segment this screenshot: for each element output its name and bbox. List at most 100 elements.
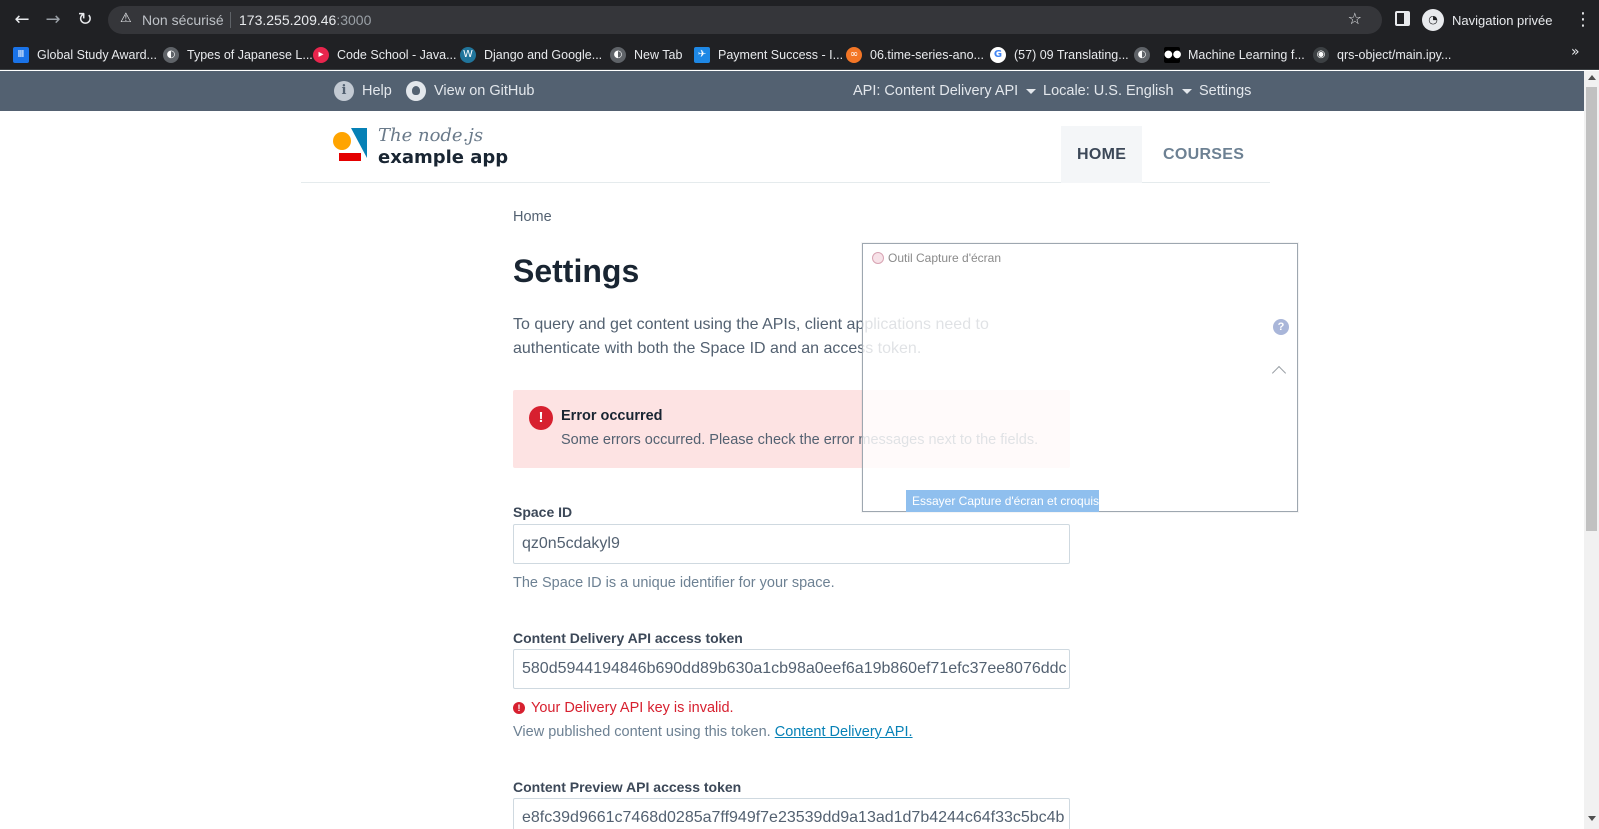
url-port: :3000 [336, 12, 372, 28]
medium-icon: ●● [1164, 47, 1181, 63]
logo-circle [333, 132, 351, 150]
github-icon [406, 81, 426, 101]
jupyter-icon: ∞ [846, 47, 862, 63]
info-icon: i [334, 81, 354, 101]
settings-label: Settings [1199, 83, 1252, 99]
preview-token-input[interactable]: e8fc39d9661c7468d0285a7ff949f7e23539dd9a… [513, 798, 1070, 829]
github-link[interactable]: View on GitHub [406, 71, 534, 111]
scroll-up-icon[interactable] [1588, 75, 1596, 80]
bookmark-label: qrs-object/main.ipy... [1337, 48, 1452, 62]
help-link[interactable]: i Help [334, 71, 392, 111]
bookmark-item[interactable]: ∞ 06.time-series-ano... [846, 45, 984, 65]
wordpress-icon: W [460, 47, 476, 63]
page-title: Settings [513, 253, 640, 289]
bookmark-item[interactable]: ◐ [1134, 45, 1150, 65]
settings-link[interactable]: Settings [1199, 71, 1251, 111]
error-icon: ! [529, 406, 553, 430]
forward-icon[interactable]: → [42, 9, 64, 31]
app-logo-icon[interactable] [333, 128, 369, 164]
web-page: i Help View on GitHub API: Content Deliv… [0, 71, 1584, 829]
globe-icon: ◐ [163, 47, 179, 63]
bookmark-item[interactable]: W Django and Google... [460, 45, 602, 65]
omnibox-divider [230, 12, 231, 28]
preview-token-label: Content Preview API access token [513, 779, 742, 795]
question-icon[interactable]: ? [1273, 319, 1289, 335]
delivery-error-text: Your Delivery API key is invalid. [531, 700, 734, 716]
space-id-label: Space ID [513, 504, 573, 520]
library-icon: Ⅲ [13, 47, 29, 63]
google-icon: G [990, 47, 1006, 63]
profile-label: Navigation privée [1452, 12, 1553, 28]
bookmark-label: New Tab [634, 48, 683, 62]
codeschool-icon: ▸ [313, 47, 329, 63]
delivery-api-link[interactable]: Content Delivery API. [775, 724, 913, 740]
url-host: 173.255.209.46 [239, 12, 337, 28]
bookmark-item[interactable]: ◉ qrs-object/main.ipy... [1313, 45, 1451, 65]
snipping-tool-window[interactable]: Outil Capture d'écran ? Essayer Capture … [862, 243, 1298, 512]
bookmark-item[interactable]: ◐ Types of Japanese L... [163, 45, 313, 65]
bookmark-item[interactable]: Ⅲ Global Study Award... [13, 45, 157, 65]
try-snip-sketch-button[interactable]: Essayer Capture d'écran et croquis [906, 490, 1099, 512]
bookmark-star-icon[interactable]: ☆ [1348, 9, 1362, 28]
url-text: 173.255.209.46:3000 [239, 12, 371, 28]
logo-bar [339, 153, 361, 161]
chevron-up-icon[interactable] [1271, 365, 1287, 381]
more-bookmarks-icon[interactable]: » [1571, 44, 1580, 60]
delivery-help-text: View published content using this token. [513, 724, 771, 740]
browser-menu-icon[interactable]: ⋮ [1574, 9, 1592, 30]
locale-label: Locale: U.S. English [1043, 83, 1174, 99]
error-icon: ! [513, 702, 525, 714]
page-scrollbar[interactable] [1584, 71, 1599, 829]
delivery-token-label: Content Delivery API access token [513, 630, 743, 646]
bookmark-label: Code School - Java... [337, 48, 457, 62]
logo-text-line2[interactable]: example app [378, 147, 508, 168]
space-id-input[interactable]: qz0n5cdakyl9 [513, 524, 1070, 564]
alert-title: Error occurred [561, 408, 663, 424]
bookmark-item[interactable]: ●● Machine Learning f... [1164, 45, 1305, 65]
github-label: View on GitHub [434, 83, 535, 99]
bookmark-label: Global Study Award... [37, 48, 157, 62]
top-utility-bar: i Help View on GitHub API: Content Deliv… [0, 71, 1584, 111]
api-selector[interactable]: API: Content Delivery API [853, 71, 1037, 111]
bookmark-item[interactable]: ✈ Payment Success - I... [694, 45, 843, 65]
browser-toolbar: ← → ↻ ⚠ Non sécurisé 173.255.209.46:3000… [0, 0, 1599, 40]
site-header: The node.js example app HOME COURSES [301, 111, 1270, 183]
delivery-token-error: ! Your Delivery API key is invalid. [513, 700, 734, 716]
chevron-down-icon [1026, 88, 1037, 94]
scroll-down-icon[interactable] [1588, 816, 1596, 821]
scroll-thumb[interactable] [1586, 87, 1597, 531]
globe-icon: ◐ [610, 47, 626, 63]
delivery-token-help: View published content using this token.… [513, 724, 913, 740]
delivery-token-input[interactable]: 580d5944194846b690dd89b630a1cb98a0eef6a1… [513, 649, 1070, 689]
back-icon[interactable]: ← [11, 9, 33, 31]
snipping-tool-title-text: Outil Capture d'écran [888, 251, 1002, 265]
bookmark-item[interactable]: G (57) 09 Translating... [990, 45, 1129, 65]
bookmark-label: 06.time-series-ano... [870, 48, 984, 62]
logo-text-line1[interactable]: The node.js [378, 125, 483, 146]
breadcrumb[interactable]: Home [513, 209, 552, 225]
bookmark-item[interactable]: ▸ Code School - Java... [313, 45, 457, 65]
help-label: Help [362, 83, 392, 99]
locale-selector[interactable]: Locale: U.S. English [1043, 71, 1192, 111]
snipping-tool-title: Outil Capture d'écran [872, 251, 1001, 265]
reload-icon[interactable]: ↻ [74, 9, 96, 31]
chevron-down-icon [1181, 88, 1192, 94]
security-label: Non sécurisé [142, 12, 224, 28]
bookmark-label: (57) 09 Translating... [1014, 48, 1129, 62]
nav-home[interactable]: HOME [1061, 126, 1143, 183]
snipping-tool-icon [872, 252, 884, 264]
api-label: API: Content Delivery API [853, 83, 1019, 99]
github-icon: ◉ [1313, 47, 1329, 63]
bookmark-item[interactable]: ◐ New Tab [610, 45, 682, 65]
bookmark-label: Payment Success - I... [718, 48, 844, 62]
bookmarks-bar: Ⅲ Global Study Award... ◐ Types of Japanes… [0, 40, 1599, 70]
incognito-profile[interactable]: ◔ Navigation privée [1422, 7, 1552, 33]
globe-icon: ◐ [1134, 47, 1150, 63]
side-panel-icon[interactable] [1395, 11, 1410, 26]
bookmark-label: Types of Japanese L... [187, 48, 313, 62]
address-bar[interactable]: ⚠ Non sécurisé 173.255.209.46:3000 ☆ [108, 6, 1382, 34]
bookmark-label: Machine Learning f... [1188, 48, 1305, 62]
nav-courses[interactable]: COURSES [1147, 126, 1260, 183]
space-id-help: The Space ID is a unique identifier for … [513, 575, 835, 591]
warning-icon: ⚠ [120, 11, 132, 26]
